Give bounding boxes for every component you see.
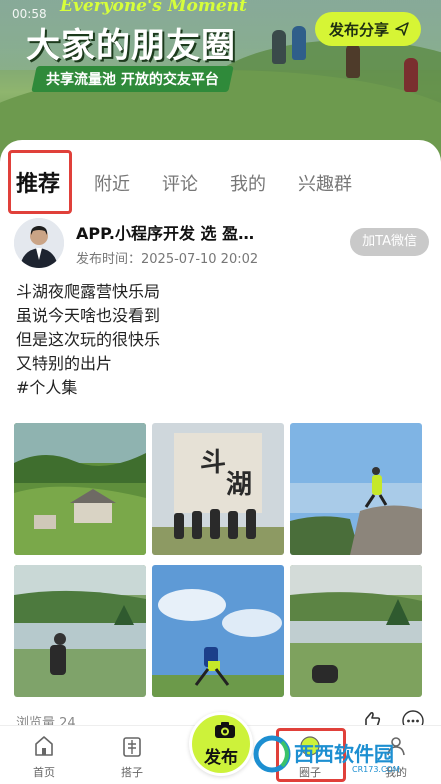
send-icon bbox=[395, 22, 409, 36]
photo-hillside-village bbox=[14, 423, 146, 555]
tab-mine[interactable]: 我的 bbox=[230, 170, 266, 196]
nav-task-label: 搭子 bbox=[121, 766, 143, 779]
bottom-navigation: 首页 搭子 发布 圈子 我的 西西软件园 CR173.COM bbox=[0, 712, 441, 784]
camera-icon bbox=[215, 722, 235, 738]
post-line: 虽说今天啥也没看到 bbox=[16, 306, 161, 325]
publish-fab-label: 发布 bbox=[204, 748, 238, 768]
photo-dou-hu-group: 斗 湖 bbox=[152, 423, 284, 555]
hero-script-text: Everyone's Moment bbox=[60, 0, 247, 16]
svg-text:湖: 湖 bbox=[226, 470, 252, 500]
post-photo[interactable] bbox=[290, 565, 422, 697]
post-photo[interactable] bbox=[290, 423, 422, 555]
post-time: 发布时间：2025-07-10 20:02 bbox=[76, 252, 259, 267]
post-header: APP.小程序开发 选 盈… 发布时间：2025-07-10 20:02 加TA… bbox=[14, 216, 429, 272]
svg-text:斗: 斗 bbox=[200, 448, 226, 478]
post-photo[interactable] bbox=[14, 565, 146, 697]
publish-fab-button[interactable]: 发布 bbox=[189, 712, 253, 776]
hiker-figure bbox=[404, 58, 418, 92]
tab-nearby[interactable]: 附近 bbox=[94, 170, 130, 196]
post-line: 但是这次玩的很快乐 bbox=[16, 330, 161, 349]
hiker-figure bbox=[272, 30, 286, 64]
photo-sky-hiker bbox=[152, 565, 284, 697]
annotation-highlight-box bbox=[8, 150, 72, 214]
hiker-figure bbox=[346, 44, 360, 78]
task-icon bbox=[123, 737, 141, 757]
nav-task[interactable]: 搭子 bbox=[102, 734, 162, 780]
tab-comments[interactable]: 评论 bbox=[162, 170, 198, 196]
photo-fog-meadow bbox=[290, 565, 422, 697]
post-line: 又特别的出片 bbox=[16, 354, 113, 373]
avatar[interactable] bbox=[14, 218, 64, 268]
post-body: 斗湖夜爬露营快乐局 虽说今天啥也没看到 但是这次玩的很快乐 又特别的出片 #个人… bbox=[16, 280, 426, 400]
post-photo[interactable] bbox=[14, 423, 146, 555]
tab-interest-groups[interactable]: 兴趣群 bbox=[298, 170, 352, 196]
home-icon bbox=[35, 736, 53, 756]
hiker-figure bbox=[292, 26, 306, 60]
publish-share-label: 发布分享 bbox=[328, 20, 389, 39]
post-photo[interactable]: 斗 湖 bbox=[152, 423, 284, 555]
photo-lake-hiker bbox=[14, 565, 146, 697]
svg-text:西西软件园: 西西软件园 bbox=[294, 742, 394, 766]
post-photo[interactable] bbox=[152, 565, 284, 697]
photo-cliff-hiker bbox=[290, 423, 422, 555]
svg-text:CR173.COM: CR173.COM bbox=[352, 765, 400, 774]
add-wechat-button[interactable]: 加TA微信 bbox=[350, 228, 429, 256]
watermark-logo: 西西软件园 CR173.COM bbox=[253, 735, 400, 774]
feed-card: 推荐 附近 评论 我的 兴趣群 APP.小程序开发 选 盈… 发布时间：2025… bbox=[0, 140, 441, 732]
publish-share-button[interactable]: 发布分享 bbox=[314, 12, 421, 46]
hero-slogan: 共享流量池 开放的交友平台 bbox=[31, 66, 234, 92]
post-line: 斗湖夜爬露营快乐局 bbox=[16, 282, 161, 301]
post-author-name[interactable]: APP.小程序开发 选 盈… bbox=[76, 220, 254, 244]
post-hashtag[interactable]: #个人集 bbox=[16, 376, 426, 400]
nav-home-label: 首页 bbox=[33, 766, 55, 779]
nav-home[interactable]: 首页 bbox=[14, 734, 74, 780]
hero-title: 大家的朋友圈 bbox=[26, 26, 236, 66]
avatar-portrait-icon bbox=[14, 218, 64, 268]
